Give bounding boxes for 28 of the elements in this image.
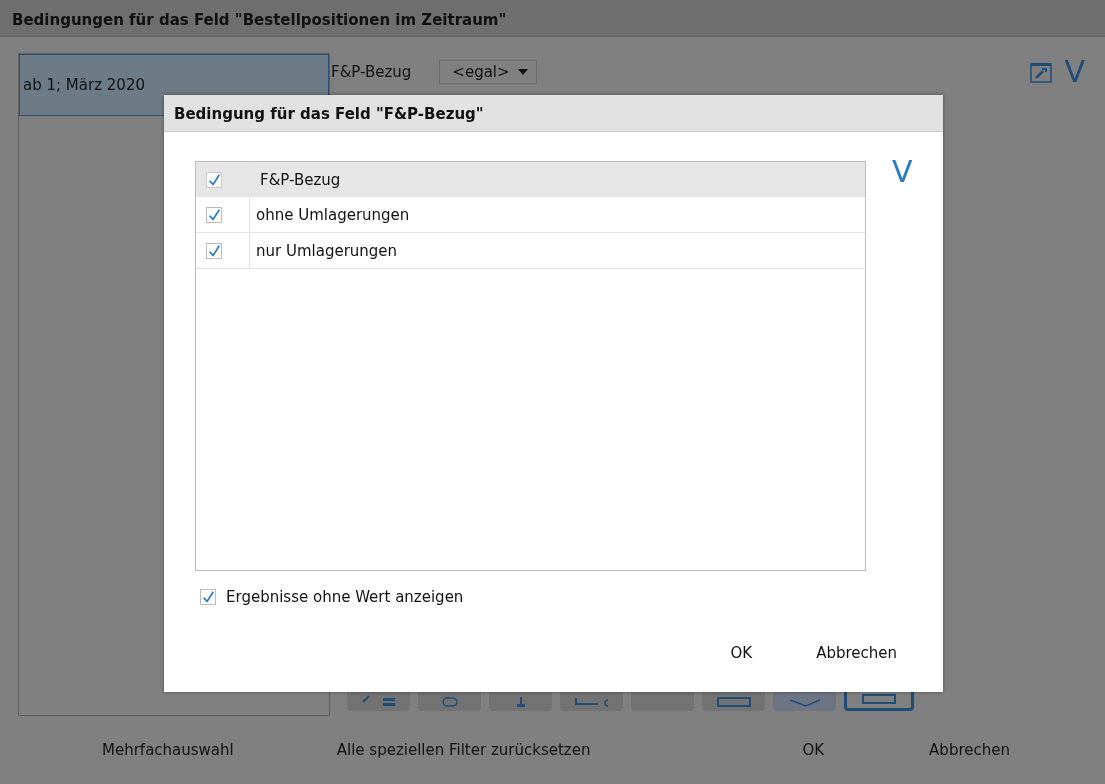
checkbox-label: Ergebnisse ohne Wert anzeigen xyxy=(226,588,464,606)
v-symbol[interactable]: V xyxy=(892,157,913,189)
wrench-window-icon xyxy=(1030,61,1053,83)
button-icon xyxy=(441,697,458,707)
button-icon xyxy=(716,697,751,707)
checkbox[interactable] xyxy=(200,589,216,605)
button-icon xyxy=(361,695,396,707)
filter-label: F&P-Bezug xyxy=(331,63,412,81)
dialog-title: Bedingung für das Feld "F&P-Bezug" xyxy=(164,95,943,132)
table-cell-text: ohne Umlagerungen xyxy=(255,205,410,226)
footer-button[interactable]: Abbrechen xyxy=(929,737,1010,763)
dialog-button[interactable]: OK xyxy=(730,640,753,666)
footer-button[interactable]: Alle speziellen Filter zurücksetzen xyxy=(336,737,591,763)
caret-icon xyxy=(517,69,528,75)
dropdown[interactable]: <egal> xyxy=(439,60,537,84)
button-icon xyxy=(789,699,820,707)
button-icon xyxy=(862,694,896,704)
dialog-button[interactable]: Abbrechen xyxy=(816,640,897,666)
footer-button[interactable]: Mehrfachauswahl xyxy=(102,737,234,763)
checkbox[interactable] xyxy=(206,206,222,223)
window-title: Bedingungen für das Feld "Bestellpositionen im Zeitraum" xyxy=(0,0,1105,37)
button-icon xyxy=(516,697,525,707)
column-header: F&P-Bezug xyxy=(259,170,341,191)
button-icon xyxy=(574,697,609,707)
table-cell-text: nur Umlagerungen xyxy=(255,241,398,262)
footer-button[interactable]: OK xyxy=(802,737,825,763)
checkbox[interactable] xyxy=(206,242,222,259)
checkbox[interactable] xyxy=(206,171,222,188)
